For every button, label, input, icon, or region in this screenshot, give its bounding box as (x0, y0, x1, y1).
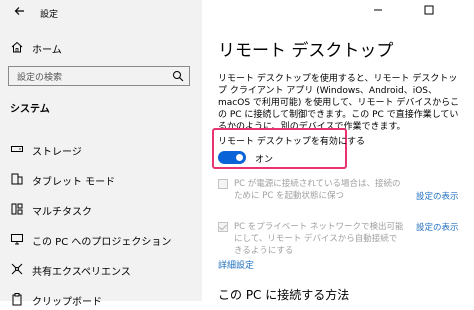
search-placeholder: 設定の検索 (17, 73, 63, 83)
keep-awake-option: PC が電源に接続されている場合は、接続のために PC を起動状態に保つ 設定の… (218, 178, 468, 204)
clipboard-icon (12, 293, 22, 306)
sidebar-item-multitasking[interactable]: マルチタスク (0, 198, 202, 220)
settings-search-input[interactable]: 設定の検索 (8, 66, 190, 86)
window-title: 設定 (40, 10, 59, 20)
sidebar-item-label: この PC へのプロジェクション (32, 237, 172, 248)
sidebar-item-label: ホーム (32, 45, 62, 56)
discoverable-option: PC をプライベート ネットワークで検出可能にして、リモート デバイスから自動接… (218, 221, 468, 256)
tablet-mode-icon (11, 173, 23, 185)
sidebar-item-label: 共有エクスペリエンス (32, 267, 131, 278)
sidebar-item-tablet-mode[interactable]: タブレット モード (0, 168, 202, 190)
multitasking-icon (11, 203, 23, 215)
remote-desktop-toggle-label: リモート デスクトップを有効にする (218, 137, 365, 147)
advanced-settings-link[interactable]: 詳細設定 (218, 258, 254, 271)
keep-awake-text: PC が電源に接続されている場合は、接続のために PC を起動状態に保つ (234, 179, 401, 201)
maximize-icon[interactable] (423, 4, 435, 16)
toggle-knob (236, 154, 243, 161)
storage-icon (11, 146, 23, 152)
keep-awake-checkbox[interactable] (218, 179, 228, 189)
discoverable-text: PC をプライベート ネットワークで検出可能にして、リモート デバイスから自動接… (234, 222, 404, 256)
shared-experiences-icon (11, 263, 23, 275)
sidebar-item-storage[interactable]: ストレージ (0, 138, 202, 160)
page-title: リモート デスクトップ (218, 41, 394, 61)
sidebar-item-projection[interactable]: この PC へのプロジェクション (0, 228, 202, 250)
sidebar-item-label: マルチタスク (32, 207, 92, 218)
discoverable-settings-link[interactable]: 設定の表示 (416, 221, 459, 233)
page-description: リモート デスクトップを使用すると、リモート デスクトップ クライアント アプリ… (218, 74, 460, 132)
home-icon (11, 41, 23, 53)
search-icon (173, 71, 184, 82)
discoverable-checkbox[interactable] (218, 222, 228, 232)
back-arrow-icon[interactable] (12, 3, 28, 19)
minimize-icon[interactable] (372, 4, 384, 16)
sidebar: 設定 ホーム 設定の検索 システム ストレージ タブレット モード マルチタスク… (0, 0, 202, 308)
how-to-connect-heading: この PC に接続する方法 (218, 288, 350, 302)
sidebar-item-label: ストレージ (32, 147, 82, 158)
projection-icon (11, 234, 23, 245)
sidebar-item-clipboard[interactable]: クリップボード (0, 288, 202, 310)
remote-desktop-toggle[interactable] (218, 151, 246, 164)
sidebar-item-home[interactable]: ホーム (0, 36, 202, 58)
keep-awake-settings-link[interactable]: 設定の表示 (416, 190, 459, 202)
toggle-state-text: オン (255, 155, 274, 165)
sidebar-item-shared-experiences[interactable]: 共有エクスペリエンス (0, 258, 202, 280)
sidebar-item-label: タブレット モード (32, 177, 116, 188)
section-title: システム (10, 104, 50, 115)
